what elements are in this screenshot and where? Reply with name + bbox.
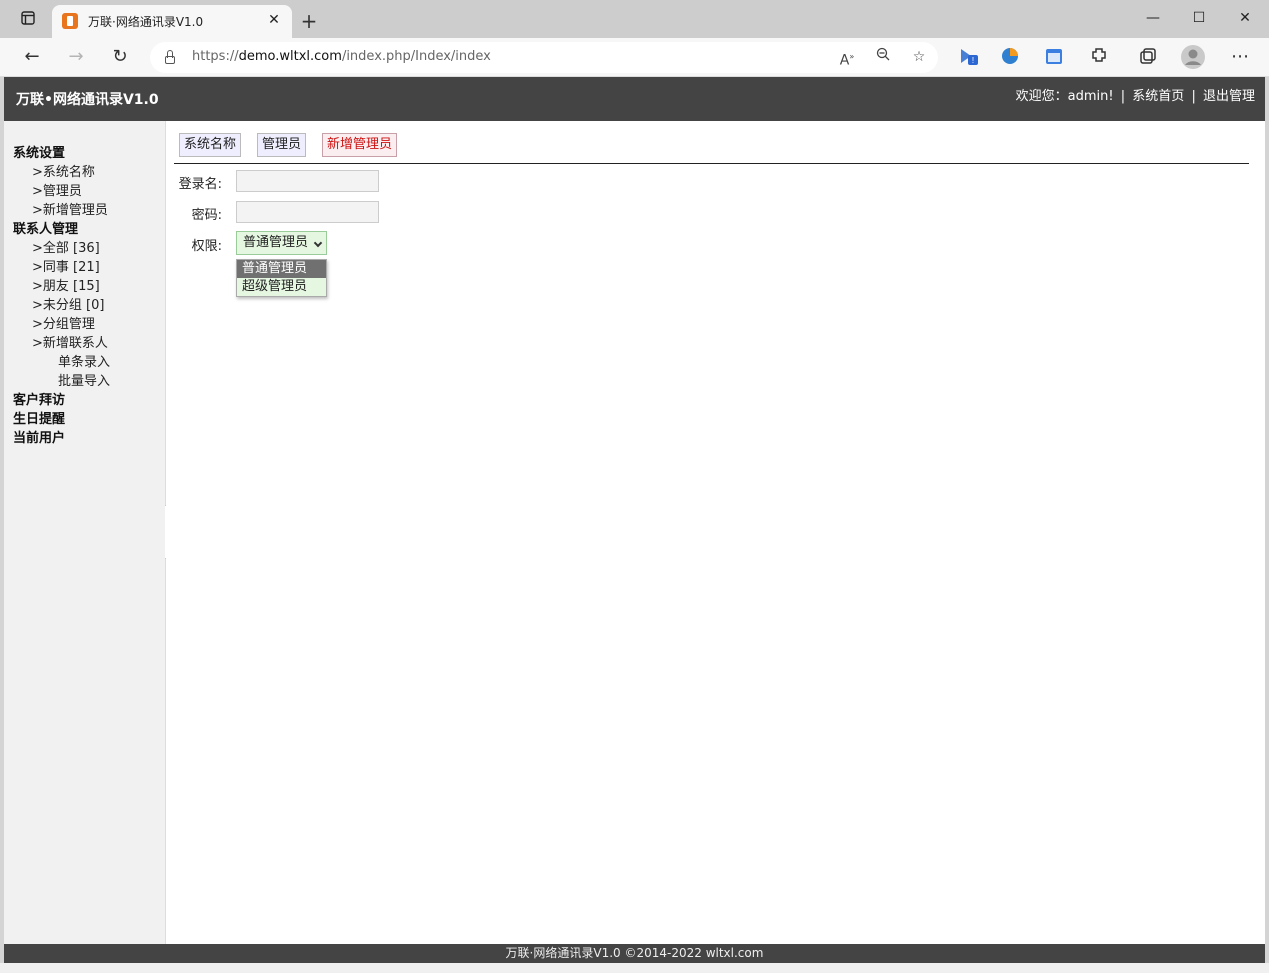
forward-icon[interactable]: → bbox=[61, 43, 91, 71]
extension-calendar-icon[interactable] bbox=[1042, 44, 1068, 70]
password-label: 密码: bbox=[191, 208, 222, 223]
refresh-icon[interactable]: ↻ bbox=[105, 43, 135, 71]
minimize-icon[interactable]: — bbox=[1130, 4, 1176, 32]
tab-actions-icon[interactable] bbox=[14, 7, 42, 33]
tab-system-name[interactable]: 系统名称 bbox=[179, 133, 242, 157]
sidebar-item[interactable]: 批量导入 bbox=[13, 372, 110, 391]
close-window-icon[interactable]: ✕ bbox=[1222, 4, 1268, 32]
sidebar-item[interactable]: >新增管理员 bbox=[13, 201, 110, 220]
logout-link[interactable]: 退出管理 bbox=[1203, 89, 1255, 104]
login-name-label: 登录名: bbox=[178, 177, 222, 192]
browser-tab-strip: 万联·网络通讯录V1.0 ✕ + — ☐ ✕ bbox=[0, 0, 1269, 38]
header-links: 欢迎您：admin! | 系统首页 | 退出管理 bbox=[1016, 85, 1255, 104]
sidebar-item[interactable]: >全部 [36] bbox=[13, 239, 110, 258]
new-tab-icon[interactable]: + bbox=[296, 8, 322, 34]
sidebar-item[interactable]: 系统设置 bbox=[13, 144, 110, 163]
extension-translate-icon[interactable] bbox=[998, 44, 1024, 70]
sidebar-item[interactable]: >朋友 [15] bbox=[13, 277, 110, 296]
role-select-value: 普通管理员 bbox=[243, 235, 309, 250]
chevron-down-icon bbox=[313, 238, 323, 248]
header-separator: | bbox=[1191, 89, 1196, 104]
sidebar-nav: 系统设置 >系统名称 >管理员 >新增管理员 联系人管理 >全部 [36] >同事 [21]… bbox=[13, 144, 110, 448]
read-aloud-icon[interactable]: A» bbox=[834, 45, 860, 69]
footer: 万联·网络通讯录V1.0 ©2014-2022 wltxl.com bbox=[4, 944, 1265, 963]
sidebar-item[interactable]: 生日提醒 bbox=[13, 410, 110, 429]
svg-text:!: ! bbox=[972, 56, 974, 65]
site-favicon-icon bbox=[62, 13, 78, 29]
app-header: 万联•网络通讯录V1.0 欢迎您：admin! | 系统首页 | 退出管理 bbox=[4, 77, 1265, 121]
sidebar-item[interactable]: >同事 [21] bbox=[13, 258, 110, 277]
home-link[interactable]: 系统首页 bbox=[1132, 89, 1184, 104]
role-select[interactable]: 普通管理员 bbox=[236, 231, 327, 255]
header-separator: | bbox=[1120, 89, 1126, 104]
role-label: 权限: bbox=[191, 239, 222, 254]
browser-tab[interactable]: 万联·网络通讯录V1.0 ✕ bbox=[52, 5, 292, 38]
sidebar-item[interactable]: >未分组 [0] bbox=[13, 296, 110, 315]
sidebar-item[interactable]: >新增联系人 bbox=[13, 334, 110, 353]
password-input[interactable] bbox=[236, 201, 379, 223]
tab-divider bbox=[174, 163, 1249, 164]
login-name-input[interactable] bbox=[236, 170, 379, 192]
sidebar: 系统设置 >系统名称 >管理员 >新增管理员 联系人管理 >全部 [36] >同事 [21]… bbox=[4, 121, 166, 944]
zoom-out-icon[interactable] bbox=[870, 45, 896, 69]
extensions-icon[interactable] bbox=[1087, 44, 1113, 70]
address-bar[interactable]: https://demo.wltxl.com/index.php/Index/i… bbox=[150, 42, 938, 73]
app-title: 万联•网络通讯录V1.0 bbox=[16, 92, 159, 108]
tab-add-admin[interactable]: 新增管理员 bbox=[322, 133, 398, 157]
url-text[interactable]: https://demo.wltxl.com/index.php/Index/i… bbox=[192, 49, 491, 64]
collections-icon[interactable] bbox=[1136, 44, 1162, 70]
browser-tab-title: 万联·网络通讯录V1.0 bbox=[88, 15, 204, 29]
sidebar-item[interactable]: 当前用户 bbox=[13, 429, 110, 448]
back-icon[interactable]: ← bbox=[17, 43, 47, 71]
sidebar-item[interactable]: >管理员 bbox=[13, 182, 110, 201]
browser-toolbar: ← → ↻ https://demo.wltxl.com/index.php/I… bbox=[0, 38, 1269, 77]
window-frame-right bbox=[1265, 77, 1269, 973]
role-option-super[interactable]: 超级管理员 bbox=[237, 278, 326, 296]
welcome-text: 欢迎您：admin! bbox=[1015, 89, 1114, 104]
sidebar-item[interactable]: 联系人管理 bbox=[13, 220, 110, 239]
window-frame-bottom bbox=[0, 963, 1269, 973]
role-dropdown: 普通管理员 超级管理员 bbox=[236, 259, 327, 297]
profile-icon[interactable] bbox=[1180, 44, 1206, 70]
extension-mail-icon[interactable]: ! bbox=[958, 44, 984, 70]
tab-admins[interactable]: 管理员 bbox=[257, 133, 307, 157]
maximize-icon[interactable]: ☐ bbox=[1176, 4, 1222, 32]
sidebar-item[interactable]: >分组管理 bbox=[13, 315, 110, 334]
role-option-normal[interactable]: 普通管理员 bbox=[237, 260, 326, 278]
close-tab-icon[interactable]: ✕ bbox=[264, 10, 284, 30]
sidebar-item[interactable]: 客户拜访 bbox=[13, 391, 110, 410]
main-content: 系统名称 管理员 新增管理员 登录名: 密码: 权限: 普通管理员 普通管理员 … bbox=[166, 121, 1265, 944]
sidebar-item[interactable]: 单条录入 bbox=[13, 353, 110, 372]
favorite-icon[interactable]: ☆ bbox=[906, 45, 932, 69]
more-icon[interactable]: ⋯ bbox=[1225, 43, 1255, 71]
lock-icon[interactable] bbox=[164, 50, 176, 64]
sidebar-item[interactable]: >系统名称 bbox=[13, 163, 110, 182]
